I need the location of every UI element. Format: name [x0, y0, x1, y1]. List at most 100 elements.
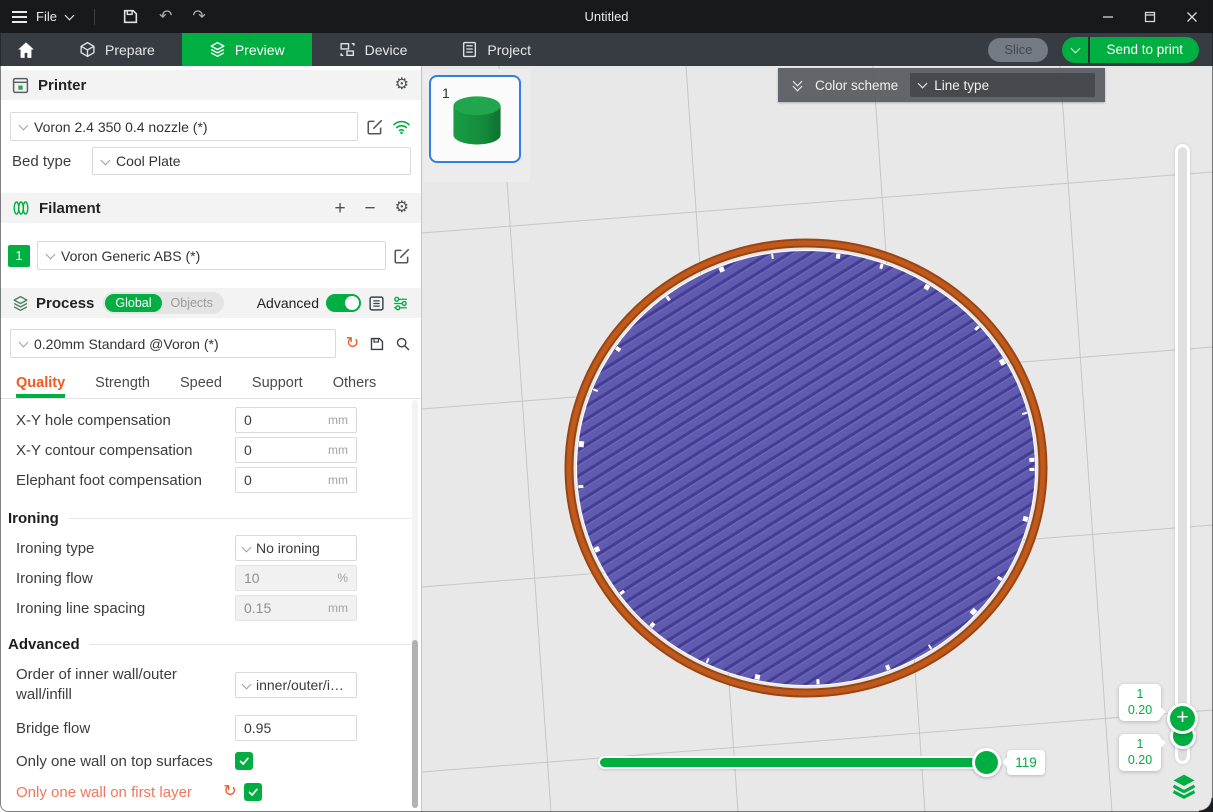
param-row: Elephant foot compensation 0mm [0, 465, 421, 495]
advanced-group-heading: Advanced [0, 633, 421, 655]
device-icon [339, 41, 356, 58]
filament-preset-value: Voron Generic ABS (*) [61, 248, 200, 264]
process-preset-select[interactable]: 0.20mm Standard @Voron (*) [10, 329, 336, 358]
param-row: X-Y hole compensation 0mm [0, 405, 421, 435]
tab-speed[interactable]: Speed [180, 375, 222, 398]
bed-type-select[interactable]: Cool Plate [92, 147, 411, 175]
line-type-value: Line type [934, 78, 989, 93]
scope-objects-button[interactable]: Objects [162, 296, 222, 310]
param-value: No ironing [256, 540, 320, 556]
cube-icon [79, 41, 96, 58]
xy-hole-compensation-input[interactable]: 0mm [235, 407, 357, 433]
parameter-list-icon[interactable] [368, 295, 385, 312]
elephant-foot-compensation-input[interactable]: 0mm [235, 467, 357, 493]
layer-height: 0.20 [1119, 753, 1161, 769]
chevron-down-icon [19, 121, 29, 131]
scope-global-button[interactable]: Global [105, 294, 161, 312]
search-icon[interactable] [395, 336, 411, 352]
preview-3d-viewport[interactable]: 1 Color scheme Line type 1 0.20 1 0.20 [422, 66, 1213, 812]
layer-number: 1 [1119, 687, 1161, 703]
send-to-print-button[interactable]: Send to print [1090, 37, 1199, 63]
process-preset-value: 0.20mm Standard @Voron (*) [34, 336, 219, 352]
tune-icon[interactable] [392, 295, 409, 312]
wall-order-select[interactable]: inner/outer/i… [235, 672, 357, 698]
tab-strength[interactable]: Strength [95, 375, 150, 398]
ironing-flow-input: 10% [235, 565, 357, 591]
layer-slider-upper-handle[interactable]: + [1167, 703, 1198, 734]
tab-preview[interactable]: Preview [182, 33, 312, 66]
menu-icon[interactable] [12, 11, 27, 23]
param-label: Ironing line spacing [16, 600, 235, 617]
param-label: Only one wall on first layer [16, 784, 222, 801]
save-icon[interactable] [122, 8, 139, 25]
divider [94, 9, 95, 25]
file-menu[interactable]: File [36, 9, 57, 24]
tab-others[interactable]: Others [333, 375, 377, 398]
close-button[interactable] [1171, 0, 1213, 33]
param-label: Order of inner wall/outer wall/infill [16, 665, 235, 706]
home-button[interactable] [0, 33, 52, 66]
build-plate-canvas[interactable] [422, 66, 1213, 812]
remove-filament-button[interactable]: − [365, 199, 376, 218]
minimize-button[interactable] [1087, 0, 1129, 33]
move-slider-value-badge: 119 [1007, 750, 1045, 775]
project-icon [461, 41, 478, 58]
send-options-button[interactable] [1062, 37, 1088, 63]
slice-button[interactable]: Slice [988, 38, 1048, 62]
filament-slot-badge[interactable]: 1 [8, 245, 30, 267]
maximize-button[interactable] [1129, 0, 1171, 33]
model-cylinder-icon [444, 86, 510, 152]
collapse-double-chevron-icon[interactable] [794, 81, 801, 90]
param-row: Bridge flow 0.95 [0, 713, 421, 743]
chevron-down-icon [1070, 43, 1080, 53]
printer-settings-gear-icon[interactable]: ⚙ [395, 77, 409, 93]
advanced-toggle-label: Advanced [257, 295, 319, 311]
tab-device[interactable]: Device [312, 33, 435, 66]
add-filament-button[interactable]: + [334, 199, 345, 218]
layer-slider-track[interactable] [1175, 144, 1190, 764]
param-unit: % [337, 571, 348, 585]
param-value: 0 [244, 472, 328, 488]
param-row: Order of inner wall/outer wall/infill in… [0, 663, 421, 707]
tab-support[interactable]: Support [252, 375, 303, 398]
ironing-type-select[interactable]: No ironing [235, 535, 357, 561]
send-to-print-group: Send to print [1062, 37, 1199, 63]
tab-project[interactable]: Project [434, 33, 558, 66]
line-type-select[interactable]: Line type [910, 73, 1095, 97]
undo-icon[interactable]: ↶ [159, 9, 172, 25]
sidebar-scrollbar-thumb[interactable] [412, 640, 418, 808]
param-value: 0.15 [244, 600, 328, 616]
printer-preset-select[interactable]: Voron 2.4 350 0.4 nozzle (*) [10, 112, 358, 141]
plate-thumbnail[interactable]: 1 [429, 75, 521, 163]
only-one-wall-first-layer-checkbox[interactable] [244, 783, 262, 801]
reset-value-icon[interactable]: ↻ [222, 784, 238, 800]
edit-icon[interactable] [366, 118, 384, 136]
printer-preset-value: Voron 2.4 350 0.4 nozzle (*) [34, 119, 208, 135]
xy-contour-compensation-input[interactable]: 0mm [235, 437, 357, 463]
tab-prepare[interactable]: Prepare [52, 33, 182, 66]
bridge-flow-input[interactable]: 0.95 [235, 715, 357, 741]
chevron-down-icon[interactable] [65, 10, 75, 20]
param-label: Ironing flow [16, 570, 235, 587]
sliced-layer-top-view[interactable] [569, 243, 1043, 693]
filament-icon [12, 200, 30, 216]
reset-preset-icon[interactable]: ↻ [346, 336, 359, 352]
save-preset-icon[interactable] [369, 336, 385, 352]
param-value: 0 [244, 442, 328, 458]
move-slider-track[interactable] [598, 756, 1002, 769]
param-value: 10 [244, 570, 337, 586]
printer-icon [12, 77, 29, 94]
only-one-wall-top-checkbox[interactable] [235, 752, 253, 770]
filament-settings-gear-icon[interactable]: ⚙ [395, 200, 409, 216]
tab-quality[interactable]: Quality [16, 375, 65, 398]
move-slider-handle[interactable] [972, 748, 1001, 777]
settings-sidebar: Printer ⚙ Voron 2.4 350 0.4 nozzle (*) B… [0, 66, 422, 812]
edit-icon[interactable] [393, 247, 411, 265]
redo-icon[interactable]: ↷ [192, 9, 205, 25]
advanced-toggle[interactable] [326, 294, 361, 312]
layers-view-icon[interactable] [1170, 772, 1198, 800]
layers-icon [209, 41, 226, 58]
filament-preset-select[interactable]: Voron Generic ABS (*) [37, 241, 386, 270]
wifi-icon[interactable] [392, 119, 411, 135]
tab-preview-label: Preview [235, 42, 285, 58]
